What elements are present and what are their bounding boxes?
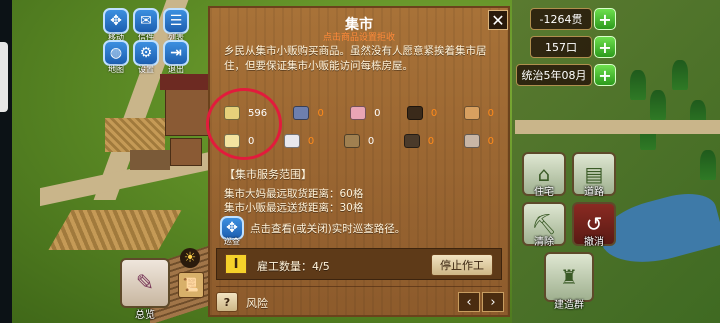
scroll-icon[interactable]: 📜 bbox=[178, 272, 204, 298]
hud-label: 设置 bbox=[138, 65, 154, 74]
goods-value: 0 bbox=[307, 135, 315, 147]
overview-label: 总览 bbox=[135, 310, 155, 321]
highlight-circle bbox=[206, 88, 282, 160]
range-line-2: 集市小贩最远送货距离：30格 bbox=[224, 202, 364, 214]
move-icon: ✥ bbox=[226, 220, 238, 236]
add-population-button[interactable]: + bbox=[594, 36, 616, 58]
farm-field bbox=[48, 210, 182, 250]
goods-value: 0 bbox=[374, 107, 381, 119]
build-group-label: 建造群 bbox=[554, 300, 584, 311]
chevron-left-icon: ‹ bbox=[466, 294, 472, 310]
walker-text: 点击查看(或关闭)实时巡查路径。 bbox=[250, 223, 406, 235]
sun-icon[interactable]: ☀ bbox=[180, 248, 200, 268]
goods-value: 0 bbox=[367, 135, 375, 147]
overview-map-button[interactable]: ✎ bbox=[120, 258, 170, 308]
goods-value: 0 bbox=[487, 107, 494, 119]
workers-count: 雇工数量：4/5 bbox=[257, 260, 330, 273]
tree bbox=[630, 70, 646, 100]
panel-subtitle: 点击商品设置拒收 bbox=[322, 33, 395, 43]
clear-label: 清除 bbox=[534, 237, 554, 248]
meat-icon bbox=[350, 106, 367, 120]
divider bbox=[216, 286, 502, 287]
chevron-right-icon: › bbox=[490, 294, 496, 310]
goods-value: 0 bbox=[487, 135, 494, 147]
risk-label[interactable]: 风险 bbox=[246, 295, 268, 311]
goods-value: 0 bbox=[427, 135, 435, 147]
range-line-1: 集市大妈最远取货距离：60格 bbox=[224, 188, 364, 200]
goods-item[interactable]: 0 bbox=[293, 104, 324, 122]
goods-item[interactable]: 0 bbox=[343, 132, 375, 150]
goods-value: 0 bbox=[430, 107, 438, 119]
tree bbox=[650, 90, 666, 120]
castle-icon: ♜ bbox=[560, 265, 578, 289]
goods-item[interactable]: 0 bbox=[406, 104, 438, 122]
pottery-icon bbox=[293, 106, 310, 120]
tree bbox=[672, 60, 688, 90]
close-icon: ✕ bbox=[491, 10, 505, 30]
worker-icon: I bbox=[225, 254, 247, 274]
prev-button[interactable]: ‹ bbox=[458, 292, 480, 312]
workers-bar: I 雇工数量：4/5 停止作工 bbox=[216, 248, 502, 280]
lantern-icon bbox=[403, 134, 420, 148]
list-icon[interactable]: ☰ bbox=[163, 8, 189, 34]
housing-label: 住宅 bbox=[534, 187, 554, 198]
date-display: 统治5年08月 bbox=[516, 64, 592, 86]
tree bbox=[700, 150, 716, 180]
globe-icon[interactable]: ◍ bbox=[103, 40, 129, 66]
goods-item[interactable]: 0 bbox=[350, 104, 381, 122]
close-button[interactable]: ✕ bbox=[488, 10, 508, 30]
device-edge bbox=[0, 42, 8, 112]
goods-item[interactable]: 0 bbox=[403, 132, 435, 150]
goods-item[interactable]: 0 bbox=[463, 104, 494, 122]
wooden-hut[interactable] bbox=[130, 150, 170, 170]
bread-icon bbox=[463, 106, 480, 120]
barrel-icon bbox=[406, 106, 423, 120]
gear-icon[interactable]: ⚙ bbox=[133, 40, 159, 66]
tea-icon bbox=[343, 134, 360, 148]
money-display: -1264贯 bbox=[530, 8, 592, 30]
goods-item[interactable]: 0 bbox=[463, 132, 494, 150]
panel-description: 乡民从集市小贩购买商品。虽然没有人愿意紧挨着集市居住，但要保证集市小贩能访问每栋… bbox=[224, 45, 487, 72]
add-money-button[interactable]: + bbox=[594, 8, 616, 30]
mail-icon[interactable]: ✉ bbox=[133, 8, 159, 34]
hud-label: 退出 bbox=[168, 65, 184, 74]
cloth-icon bbox=[283, 134, 300, 148]
silk-icon bbox=[463, 134, 480, 148]
hud-label: 地图 bbox=[108, 65, 124, 74]
market-panel: 集市 点击商品设置拒收 ✕ 乡民从集市小贩购买商品。虽然没有人愿意紧挨着集市居住… bbox=[206, 6, 510, 317]
undo-label: 撤消 bbox=[584, 237, 604, 248]
roads-label: 道路 bbox=[584, 187, 604, 198]
map-road bbox=[515, 120, 720, 134]
population-display: 157口 bbox=[530, 36, 592, 58]
goods-item[interactable]: 0 bbox=[283, 132, 315, 150]
exit-icon[interactable]: ⇥ bbox=[163, 40, 189, 66]
walker-button-label: 巡查 bbox=[224, 237, 240, 246]
range-heading: 【集市服务范围】 bbox=[224, 168, 312, 181]
goods-value: 0 bbox=[317, 107, 324, 119]
move-icon[interactable]: ✥ bbox=[103, 8, 129, 34]
help-button[interactable]: ? bbox=[216, 292, 238, 312]
farm-field bbox=[105, 118, 165, 152]
stop-work-button[interactable]: 停止作工 bbox=[431, 254, 493, 276]
building-roof bbox=[160, 74, 212, 90]
building[interactable] bbox=[170, 138, 202, 166]
build-group-button[interactable]: ♜ bbox=[544, 252, 594, 302]
speed-up-button[interactable]: + bbox=[594, 64, 616, 86]
next-button[interactable]: › bbox=[482, 292, 504, 312]
